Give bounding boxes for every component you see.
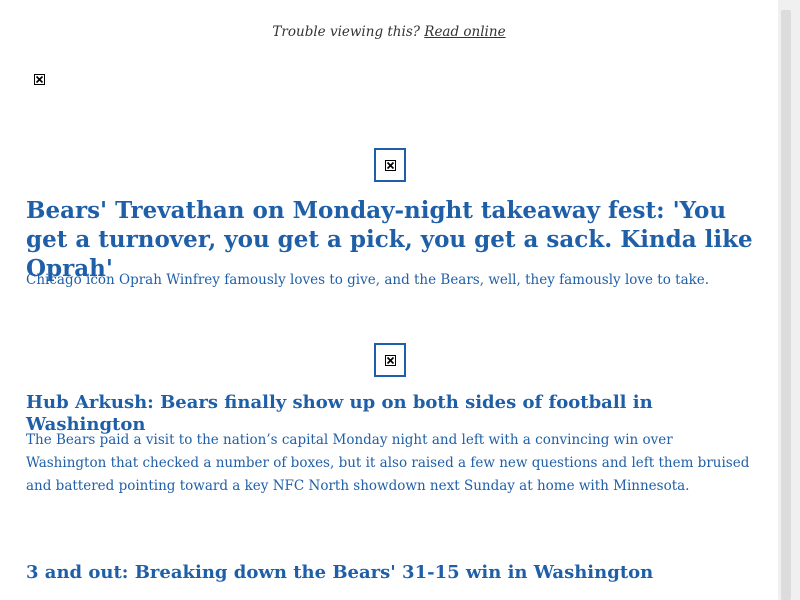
broken-image-icon	[384, 159, 396, 171]
article-image-1[interactable]	[374, 148, 406, 182]
broken-image-icon	[384, 354, 396, 366]
vertical-scrollbar[interactable]	[778, 0, 800, 600]
email-body: Trouble viewing this? Read online Bears'…	[0, 0, 778, 600]
article-dek-2: The Bears paid a visit to the nation’s c…	[26, 432, 750, 494]
trouble-viewing-line: Trouble viewing this? Read online	[0, 24, 778, 40]
broken-image-icon	[34, 74, 45, 85]
scrollbar-thumb[interactable]	[781, 10, 791, 600]
article-headline-3[interactable]: 3 and out: Breaking down the Bears' 31-1…	[26, 562, 766, 584]
read-online-link[interactable]: Read online	[424, 24, 505, 40]
article-dek-1: Chicago icon Oprah Winfrey famously love…	[26, 272, 710, 288]
trouble-text: Trouble viewing this?	[272, 24, 420, 40]
article-image-2[interactable]	[374, 343, 406, 377]
